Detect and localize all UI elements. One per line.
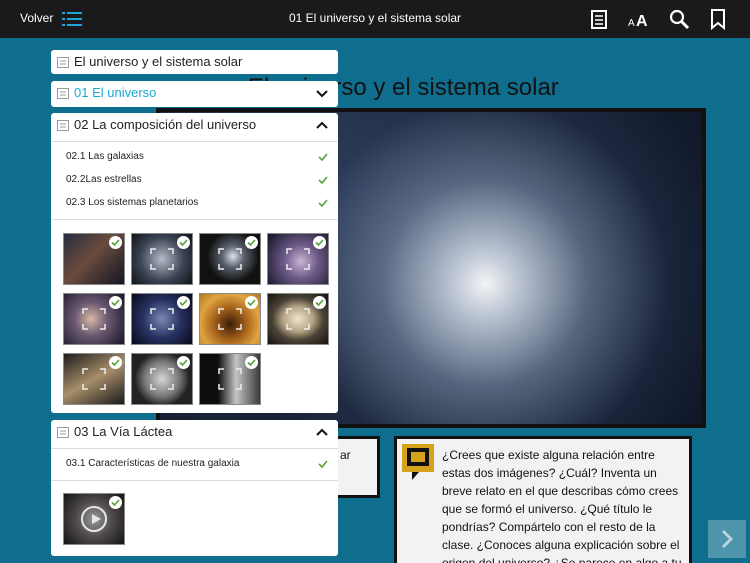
svg-text:A: A [628, 18, 635, 29]
check-icon [109, 356, 122, 369]
media-thumbnail[interactable] [199, 353, 261, 405]
chevron-up-icon[interactable] [316, 121, 328, 130]
check-icon [177, 356, 190, 369]
check-icon [109, 236, 122, 249]
media-thumbnail[interactable] [131, 233, 193, 285]
toc-book-title[interactable]: El universo y el sistema solar [51, 50, 338, 74]
media-thumbnail[interactable] [199, 293, 261, 345]
bookmark-icon[interactable] [707, 8, 729, 30]
toc-subsection-label: 02.1 Las galaxias [66, 151, 144, 162]
media-thumbnail[interactable] [63, 293, 125, 345]
expand-frame-icon [218, 308, 242, 330]
next-page-button[interactable] [708, 520, 746, 558]
toc-subsection-list: 03.1 Características de nuestra galaxia [51, 448, 338, 480]
toc-thumbnail-grid [51, 219, 338, 412]
expand-frame-icon [82, 308, 106, 330]
toc-section-label: 03 La Vía Láctea [74, 424, 173, 439]
media-thumbnail[interactable] [63, 353, 125, 405]
top-bar: Volver 01 El universo y el sistema solar… [0, 0, 750, 38]
expand-frame-icon [150, 308, 174, 330]
check-icon [109, 496, 122, 509]
toc-subsection-item[interactable]: 02.1 Las galaxias [51, 146, 338, 169]
toc-subsection-item[interactable]: 02.2Las estrellas [51, 169, 338, 192]
check-icon [318, 153, 328, 161]
check-icon [245, 356, 258, 369]
play-icon [81, 506, 107, 532]
expand-frame-icon [286, 248, 310, 270]
toc-section-03: 03 La Vía Láctea 03.1 Características de… [51, 420, 338, 556]
check-icon [177, 296, 190, 309]
check-icon [245, 236, 258, 249]
check-icon [313, 236, 326, 249]
toc-subsection-list: 02.1 Las galaxias 02.2Las estrellas 02.3… [51, 141, 338, 219]
media-thumbnail[interactable] [199, 233, 261, 285]
toc-subsection-label: 02.2Las estrellas [66, 174, 142, 185]
document-icon [57, 57, 69, 68]
video-thumbnail[interactable] [63, 493, 125, 545]
notes-icon[interactable] [588, 8, 610, 30]
toc-subsection-label: 02.3 Los sistemas planetarios [66, 197, 199, 208]
toc-subsection-item[interactable]: 03.1 Características de nuestra galaxia [51, 453, 338, 476]
check-icon [318, 176, 328, 184]
media-thumbnail[interactable] [63, 233, 125, 285]
toc-section-02: 02 La composición del universo 02.1 Las … [51, 113, 338, 413]
media-thumbnail[interactable] [267, 293, 329, 345]
document-icon [57, 88, 69, 99]
font-size-icon[interactable]: A A [627, 8, 651, 30]
document-icon [57, 427, 69, 438]
document-icon [57, 120, 69, 131]
check-icon [318, 460, 328, 468]
media-thumbnail[interactable] [267, 233, 329, 285]
chevron-right-icon [721, 529, 734, 549]
activity-box-text: ar [340, 448, 351, 462]
toc-thumbnail-grid [51, 480, 338, 556]
toc-section-label: 01 El universo [74, 85, 157, 100]
check-icon [318, 199, 328, 207]
toc-book-title-label: El universo y el sistema solar [74, 54, 243, 69]
svg-text:A: A [636, 13, 648, 30]
expand-frame-icon [286, 308, 310, 330]
expand-frame-icon [150, 248, 174, 270]
question-text: ¿Crees que existe alguna relación entre … [442, 448, 682, 563]
toc-subsection-item[interactable]: 02.3 Los sistemas planetarios [51, 192, 338, 215]
toc-section-03-header[interactable]: 03 La Vía Láctea [51, 420, 338, 448]
check-icon [245, 296, 258, 309]
media-thumbnail[interactable] [131, 353, 193, 405]
chevron-up-icon[interactable] [316, 428, 328, 437]
chevron-down-icon[interactable] [316, 89, 328, 98]
toc-section-01[interactable]: 01 El universo [51, 81, 338, 107]
toc-subsection-label: 03.1 Características de nuestra galaxia [66, 458, 240, 469]
expand-frame-icon [150, 368, 174, 390]
expand-frame-icon [82, 368, 106, 390]
check-icon [109, 296, 122, 309]
speech-bubble-icon [402, 444, 434, 480]
check-icon [177, 236, 190, 249]
toc-section-label: 02 La composición del universo [74, 117, 257, 132]
check-icon [313, 296, 326, 309]
toc-section-02-header[interactable]: 02 La composición del universo [51, 113, 338, 141]
search-icon[interactable] [668, 8, 690, 30]
media-thumbnail[interactable] [131, 293, 193, 345]
expand-frame-icon [218, 248, 242, 270]
expand-frame-icon [218, 368, 242, 390]
